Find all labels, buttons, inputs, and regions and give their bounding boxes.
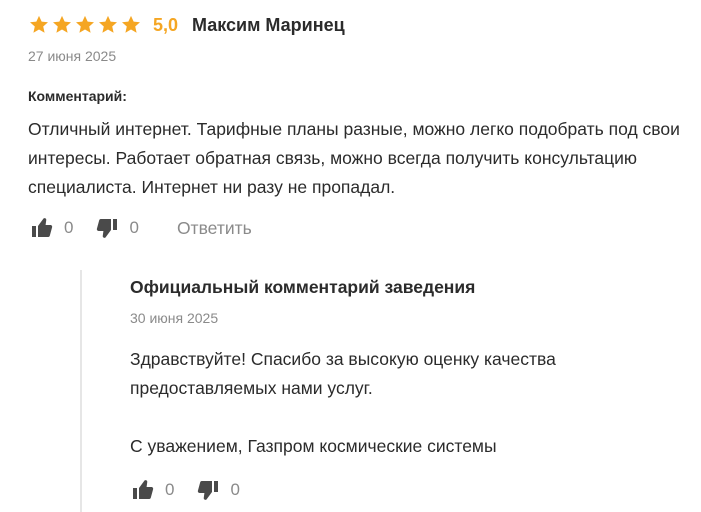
review-text: Отличный интернет. Тарифные планы разные…	[28, 119, 680, 197]
review-card: 5,0 Максим Маринец 27 июня 2025 Коммента…	[0, 0, 701, 512]
official-reply-date: 30 июня 2025	[130, 310, 219, 326]
reply-like-count: 0	[165, 480, 175, 499]
reply-actions: 0 0	[131, 478, 240, 502]
reply-dislike-count: 0	[230, 480, 240, 499]
review-actions: 0 0 Ответить	[30, 216, 252, 240]
author-name[interactable]: Максим Маринец	[192, 15, 345, 36]
like-button[interactable]: 0	[30, 216, 73, 240]
official-reply-text: Здравствуйте! Спасибо за высокую оценку …	[130, 349, 556, 456]
thumbs-down-icon	[198, 481, 219, 500]
thumbs-up-icon	[133, 480, 154, 499]
reply-dislike-button[interactable]: 0	[196, 478, 240, 502]
rating-stars	[28, 14, 142, 36]
dislike-button[interactable]: 0	[95, 216, 139, 240]
reply-like-button[interactable]: 0	[131, 478, 174, 502]
review-date: 27 июня 2025	[28, 48, 117, 64]
comment-label: Комментарий:	[28, 88, 127, 104]
star-icon	[76, 15, 94, 33]
star-icon	[53, 15, 71, 33]
like-count: 0	[64, 218, 74, 237]
star-icon	[99, 15, 117, 33]
review-header: 5,0 Максим Маринец	[28, 13, 345, 37]
thumbs-down-icon	[97, 219, 118, 238]
rating-value: 5,0	[153, 14, 179, 35]
dislike-count: 0	[129, 218, 139, 237]
thumbs-up-icon	[32, 218, 53, 237]
star-icon	[30, 15, 48, 33]
official-reply-title: Официальный комментарий заведения	[130, 277, 476, 297]
reply-button[interactable]: Ответить	[177, 218, 252, 239]
star-icon	[122, 15, 140, 33]
